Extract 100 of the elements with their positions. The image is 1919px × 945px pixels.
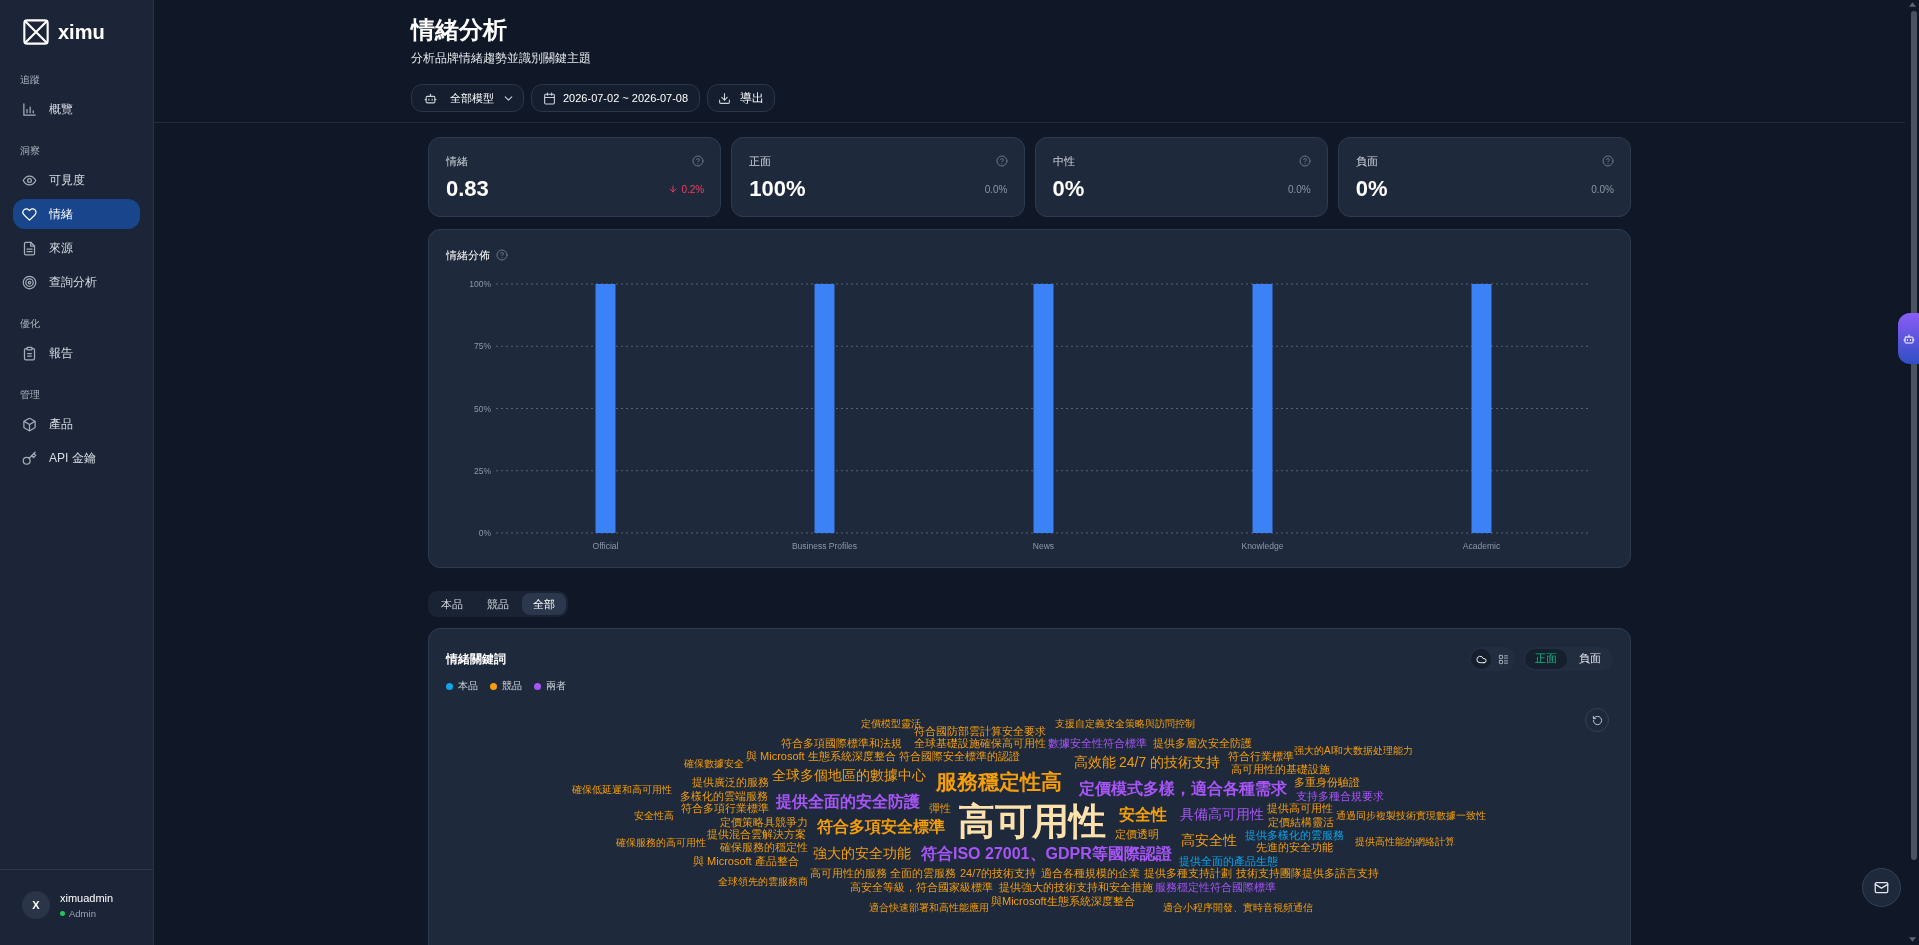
list-icon [1497,653,1509,665]
cloud-word: 定價結構靈活 [1268,815,1334,829]
cloud-word: 全面的雲服務 [890,866,956,880]
kpi-label: 中性 [1052,154,1075,169]
mail-button[interactable] [1862,868,1901,907]
cloud-word: 符合多項國際標準和法規 [781,736,902,750]
cloud-word: 適合各種規模的企業 [1041,866,1140,880]
axis-label: 50% [474,403,491,414]
cloud-word: 高可用性 [958,801,1106,843]
cloud-word: 提供多層次安全防護 [1153,736,1252,750]
kpi-value: 0.83 [446,175,489,203]
nav-item[interactable]: API 金鑰 [13,443,140,473]
axis-label: 25% [474,465,491,476]
cloud-word: 具備高可用性 [1180,807,1264,823]
nav-item[interactable]: 來源 [13,233,140,263]
nav-item[interactable]: 查詢分析 [13,267,140,297]
legend-label: 兩者 [546,679,566,693]
brand-name: ximu [58,20,105,44]
cloud-word: 與 Microsoft 產品整合 [693,854,799,868]
download-icon [718,91,732,105]
cloud-word: 24/7 的技術支持 [1119,755,1221,771]
kpi-label: 情緒 [446,154,468,169]
robot-icon [424,91,437,105]
cloud-word: 先進的安全功能 [1256,840,1333,854]
polarity-tab[interactable]: 負面 [1569,649,1611,669]
cloud-word: 提供高性能的網絡計算 [1355,835,1455,847]
key-icon [22,450,37,466]
cloud-word: 通過同步複製技術實現數據一致性 [1336,809,1486,821]
cloud-word: 高可用性的服務 [810,866,887,880]
cloud-word: 提供全面的產品生態 [1179,854,1278,868]
view-button[interactable] [1471,649,1491,669]
cloud-word: 安全性高 [634,809,674,821]
scope-tab[interactable]: 全部 [522,593,566,615]
kpi-label: 正面 [749,154,772,169]
help-icon[interactable] [1298,155,1311,167]
legend-label: 本品 [458,679,478,693]
axis-label: 75% [474,341,491,352]
cloud-word: 提供混合雲解決方案 [707,827,806,841]
help-icon[interactable] [692,155,705,167]
heart-icon [22,206,37,222]
cube-icon [22,416,37,432]
nav-item[interactable]: 概覽 [13,94,140,124]
cloud-word: 安全性 [1119,806,1167,824]
scope-tab[interactable]: 本品 [430,593,474,615]
cloud-word: 定價模式多樣，適合各種需求 [1079,780,1287,798]
nav-item[interactable]: 報告 [13,338,140,368]
cloud-word: 服務穩定性符合國際標準 [1155,880,1276,894]
refresh-icon [1591,714,1603,726]
scrollbar-thumb[interactable] [1911,11,1917,860]
scope-tab[interactable]: 競品 [476,593,520,615]
robot-icon [1902,332,1915,345]
chart-title: 情緒分佈 [446,247,490,263]
date-range-button[interactable]: 2026-07-02 ~ 2026-07-08 [531,84,701,112]
model-select[interactable]: 全部模型 [411,84,524,112]
avatar: X [22,891,50,919]
cloud-word: 提供多樣化的雲服務 [1245,828,1344,841]
cloud-word: 全球多個地區的數據中心 [772,768,926,784]
nav-item[interactable]: 可見度 [13,165,140,195]
help-icon[interactable] [995,155,1008,167]
cloud-word: 高可用性的基礎設施 [1231,762,1330,776]
cloud-word: 符合ISO 27001、GDPR等國際認證 [921,845,1172,863]
cloud-word: 確保低延遲和高可用性 [572,783,672,795]
user-role: Admin [69,907,96,919]
scroll-down-icon[interactable] [1908,937,1916,942]
cloud-word: 全球基礎設施確保高可用性 [914,736,1046,750]
clipboard-icon [22,345,37,361]
help-icon[interactable] [1602,155,1614,167]
scroll-up-icon[interactable] [1908,2,1916,7]
section-heading: 追蹤 [19,73,40,87]
kpi-change: 0.0% [984,183,1008,195]
nav-item[interactable]: 產品 [13,409,140,439]
axis-label: Business Profiles [791,541,858,551]
section-heading: 優化 [19,317,40,331]
kpi-value: 0% [1355,175,1388,203]
help-icon[interactable] [496,249,508,261]
kpi-label: 負面 [1355,154,1378,169]
kpi-value: 100% [749,175,806,203]
cloud-icon [1475,653,1487,665]
cloud-word: 確保數據安全 [684,757,744,769]
export-button[interactable]: 導出 [707,84,776,112]
cloud-word: 彈性 [929,801,951,815]
polarity-tab[interactable]: 正面 [1525,649,1567,669]
cloud-word: 提供多種支持計劃 [1144,866,1232,880]
cloud-word: 定價策略具競爭力 [720,815,808,829]
axis-label: 0% [478,528,491,538]
cloud-word: 服務穩定性高 [936,770,1062,794]
cloud-word: 提供強大的技術支持和安全措施 [999,880,1153,894]
cloud-word: 支持多種合規要求 [1296,789,1384,802]
assistant-tab[interactable] [1898,313,1919,364]
cloud-word: 確保服務的高可用性 [616,836,706,848]
axis-label: Official [592,541,619,551]
cloud-word: 24/7的技術支持 [960,866,1037,880]
cloud-word: 與 Microsoft 生態系統深度整合 [746,749,896,763]
page-title: 情緒分析 [411,15,507,45]
cloud-word: 提供全面的安全防護 [776,793,920,811]
cloud-word: 符合行業標準 [1228,749,1294,763]
section-heading: 洞察 [19,144,40,158]
cloud-word: 確保服務的穩定性 [720,840,808,854]
nav-item[interactable]: 情緒 [13,199,140,229]
cloud-word: 符合國際安全標準的認證 [899,749,1020,763]
